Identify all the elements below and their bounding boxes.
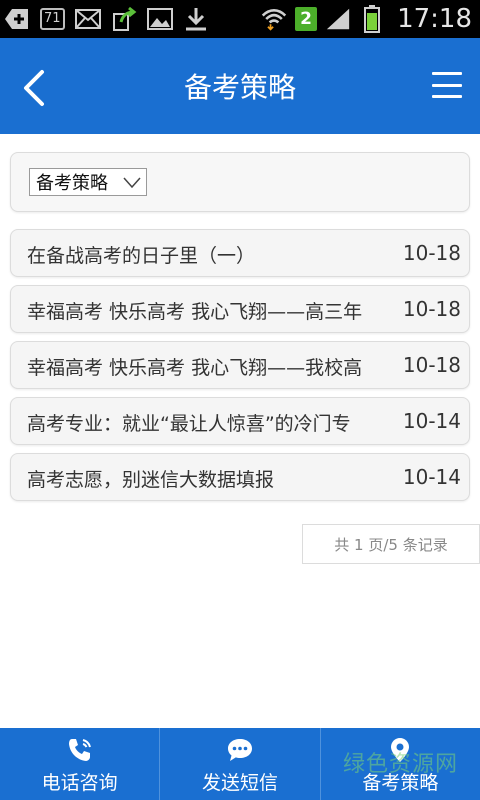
- article-title: 在备战高考的日子里（一）: [27, 245, 256, 267]
- article-list-item[interactable]: 幸福高考 快乐高考 我心飞翔——我校高 10-18: [10, 341, 470, 389]
- signal-icon: [325, 7, 351, 31]
- article-date: 10-14: [402, 465, 461, 489]
- category-select-value: 备考策略: [36, 173, 108, 194]
- article-date: 10-18: [402, 297, 461, 321]
- nav-exam-strategy[interactable]: 备考策略 绿色资源网: [319, 728, 480, 800]
- clock: 17:18: [397, 4, 472, 34]
- hamburger-icon-line: [432, 83, 462, 87]
- status-bar: 71 2 17:18: [0, 0, 480, 38]
- article-date: 10-18: [402, 241, 461, 265]
- article-title: 幸福高考 快乐高考 我心飞翔——高三年: [27, 301, 363, 323]
- article-title: 幸福高考 快乐高考 我心飞翔——我校高: [27, 357, 363, 379]
- notification-count-badge: 2: [295, 7, 318, 31]
- hamburger-icon-line: [432, 72, 462, 75]
- article-date: 10-18: [402, 353, 461, 377]
- article-title: 高考志愿，别迷信大数据填报: [27, 469, 275, 491]
- bottom-nav: 电话咨询 发送短信 备考策略 绿色资源网: [0, 728, 480, 800]
- nav-label: 发送短信: [201, 772, 278, 794]
- nav-label: 电话咨询: [41, 772, 118, 794]
- download-icon: [183, 7, 209, 31]
- category-select[interactable]: 备考策略: [29, 168, 147, 196]
- filter-panel: 备考策略: [10, 152, 470, 212]
- menu-button[interactable]: [432, 72, 462, 98]
- pagination-info: 共 1 页/5 条记录: [302, 524, 480, 564]
- page-title: 备考策略: [183, 71, 296, 104]
- nav-phone-consult[interactable]: 电话咨询: [0, 728, 159, 800]
- watermark: 绿色资源网: [342, 752, 458, 777]
- hamburger-icon-line: [432, 95, 462, 98]
- article-list-item[interactable]: 高考志愿，别迷信大数据填报 10-14: [10, 453, 470, 501]
- nav-send-sms[interactable]: 发送短信: [159, 728, 319, 800]
- article-date: 10-14: [402, 409, 461, 433]
- mail-icon: [74, 7, 101, 31]
- chevron-down-icon: [123, 177, 141, 189]
- wifi-icon: [261, 7, 287, 31]
- title-bar: 备考策略: [0, 38, 480, 134]
- article-list-item[interactable]: 幸福高考 快乐高考 我心飞翔——高三年 10-18: [10, 285, 470, 333]
- share-icon: [111, 6, 137, 31]
- article-list-item[interactable]: 高考专业：就业“最让人惊喜”的冷门专 10-14: [10, 397, 470, 445]
- phone-icon: [66, 736, 94, 764]
- article-title: 高考专业：就业“最让人惊喜”的冷门专: [27, 413, 351, 435]
- image-icon: [146, 7, 173, 31]
- add-notification-icon: [4, 7, 30, 31]
- battery-icon: [359, 5, 385, 33]
- count-badge: 71: [40, 8, 65, 30]
- article-list-item[interactable]: 在备战高考的日子里（一） 10-18: [10, 229, 470, 277]
- message-icon: [226, 736, 254, 764]
